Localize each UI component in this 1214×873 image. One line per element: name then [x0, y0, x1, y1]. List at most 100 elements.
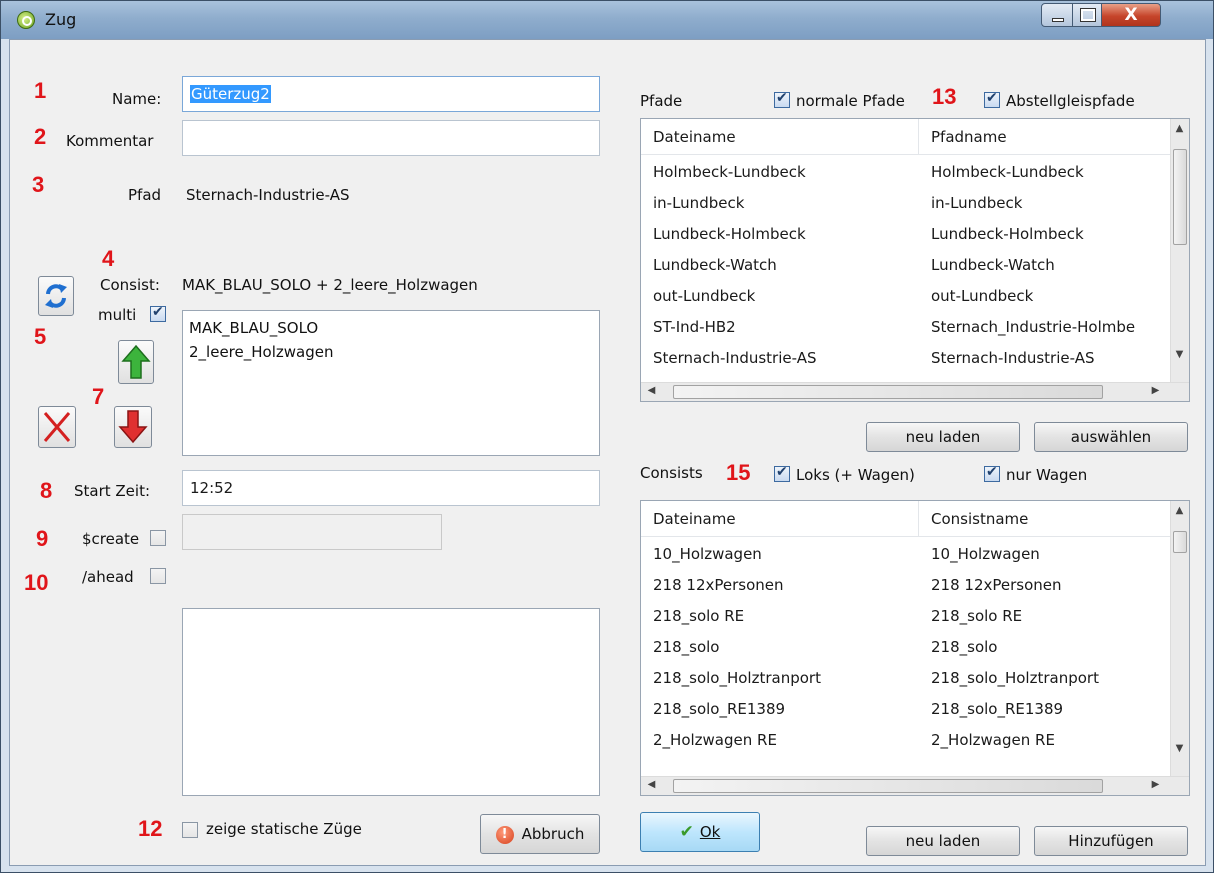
- locos-checkbox[interactable]: [774, 464, 790, 482]
- maximize-button[interactable]: [1072, 3, 1102, 27]
- table-row[interactable]: 2_Holzwagen RE 2_Holzwagen RE: [641, 725, 1169, 756]
- scroll-thumb[interactable]: [1173, 149, 1187, 245]
- table-row[interactable]: out-Lundbeck out-Lundbeck: [641, 281, 1169, 312]
- name-input[interactable]: Güterzug2: [182, 76, 600, 112]
- consist-list-item[interactable]: MAK_BLAU_SOLO: [189, 319, 318, 337]
- column-header-consistname[interactable]: Consistname: [931, 510, 1028, 528]
- close-button[interactable]: X: [1101, 3, 1161, 27]
- ahead-checkbox[interactable]: [150, 568, 166, 584]
- table-row[interactable]: 218_solo_Holztranport 218_solo_Holztranpo…: [641, 663, 1169, 694]
- delete-button[interactable]: [38, 406, 76, 448]
- scroll-down-icon[interactable]: ▼: [1171, 349, 1188, 360]
- table-row[interactable]: 218 12xPersonen 218 12xPersonen: [641, 570, 1169, 601]
- scroll-thumb[interactable]: [1173, 531, 1187, 553]
- siding-paths-checkbox[interactable]: [984, 90, 1000, 108]
- annotation-13: 13: [932, 84, 957, 109]
- table-row[interactable]: ST-Ind-HB2 Sternach_Industrie-Holmbe: [641, 312, 1169, 343]
- scroll-right-icon[interactable]: ▶: [1147, 385, 1164, 396]
- refresh-consist-button[interactable]: [38, 276, 74, 316]
- cell-name: 218_solo_RE1389: [931, 700, 1064, 718]
- column-divider[interactable]: [918, 501, 919, 537]
- scroll-thumb[interactable]: [673, 385, 1103, 399]
- move-up-button[interactable]: [118, 340, 154, 384]
- create-label: $create: [82, 530, 140, 548]
- scroll-thumb[interactable]: [673, 779, 1103, 793]
- close-icon: X: [1124, 5, 1138, 25]
- table-row[interactable]: Holmbeck-Lundbeck Holmbeck-Lundbeck: [641, 157, 1169, 188]
- annotation-15: 15: [726, 460, 751, 485]
- locos-label: Loks (+ Wagen): [796, 466, 915, 484]
- column-divider[interactable]: [918, 119, 919, 155]
- cell-dateiname: 218_solo_RE1389: [653, 700, 786, 718]
- scroll-up-icon[interactable]: ▲: [1171, 123, 1188, 134]
- table-row[interactable]: in-Lundbeck in-Lundbeck: [641, 188, 1169, 219]
- create-checkbox[interactable]: [150, 530, 166, 546]
- start-time-input[interactable]: 12:52: [182, 470, 600, 506]
- table-row[interactable]: Sternach-Industrie-AS Sternach-Industrie-…: [641, 343, 1169, 374]
- cell-name: out-Lundbeck: [931, 287, 1034, 305]
- dialog-client-area: 1 2 3 4 5 6 7 8 9 10 11 12 13 14 15 16 N…: [9, 39, 1206, 866]
- consists-table[interactable]: Dateiname Consistname 10_Holzwagen 10_Hol…: [640, 500, 1190, 796]
- consists-reload-button[interactable]: neu laden: [866, 826, 1020, 856]
- consists-table-header: Dateiname Consistname: [641, 501, 1171, 537]
- paths-vertical-scrollbar[interactable]: ▲ ▼: [1170, 119, 1189, 382]
- annotation-1: 1: [34, 78, 47, 103]
- scroll-left-icon[interactable]: ◀: [643, 779, 660, 790]
- refresh-icon: [45, 284, 67, 308]
- ahead-label: /ahead: [82, 568, 134, 586]
- cancel-button[interactable]: ! Abbruch: [480, 814, 600, 854]
- cell-name: 2_Holzwagen RE: [931, 731, 1055, 749]
- consists-horizontal-scrollbar[interactable]: ◀ ▶: [641, 776, 1189, 795]
- annotation-8: 8: [40, 478, 53, 503]
- scroll-right-icon[interactable]: ▶: [1147, 779, 1164, 790]
- paths-table[interactable]: Dateiname Pfadname Holmbeck-Lundbeck Holm…: [640, 118, 1190, 402]
- paths-select-button[interactable]: auswählen: [1034, 422, 1188, 452]
- table-row[interactable]: 218_solo_RE1389 218_solo_RE1389: [641, 694, 1169, 725]
- title-bar[interactable]: Zug X: [1, 1, 1213, 39]
- minimize-button[interactable]: [1041, 3, 1073, 27]
- minimize-icon: [1052, 18, 1064, 22]
- wagons-only-checkbox[interactable]: [984, 464, 1000, 482]
- scroll-up-icon[interactable]: ▲: [1171, 505, 1188, 516]
- cell-dateiname: 2_Holzwagen RE: [653, 731, 777, 749]
- window-title: Zug: [45, 10, 77, 29]
- scroll-down-icon[interactable]: ▼: [1171, 743, 1188, 754]
- consist-listbox[interactable]: MAK_BLAU_SOLO 2_leere_Holzwagen: [182, 310, 600, 456]
- table-row[interactable]: 218_solo 218_solo: [641, 632, 1169, 663]
- table-row[interactable]: 218_solo RE 218_solo RE: [641, 601, 1169, 632]
- cancel-button-label: Abbruch: [521, 825, 585, 843]
- cell-name: Sternach_Industrie-Holmbe: [931, 318, 1136, 336]
- cell-name: Lundbeck-Watch: [931, 256, 1055, 274]
- add-button[interactable]: Hinzufügen: [1034, 826, 1188, 856]
- annotation-12: 12: [138, 816, 163, 841]
- consists-vertical-scrollbar[interactable]: ▲ ▼: [1170, 501, 1189, 776]
- column-header-pfadname[interactable]: Pfadname: [931, 128, 1007, 146]
- paths-reload-button[interactable]: neu laden: [866, 422, 1020, 452]
- move-down-button[interactable]: [114, 406, 152, 448]
- comment-input[interactable]: [182, 120, 600, 156]
- column-header-dateiname[interactable]: Dateiname: [653, 128, 736, 146]
- cell-name: Lundbeck-Holmbeck: [931, 225, 1084, 243]
- table-row[interactable]: Lundbeck-Holmbeck Lundbeck-Holmbeck: [641, 219, 1169, 250]
- show-static-trains-checkbox[interactable]: [182, 822, 198, 838]
- table-row[interactable]: 10_Holzwagen 10_Holzwagen: [641, 539, 1169, 570]
- cell-name: 218 12xPersonen: [931, 576, 1062, 594]
- paths-horizontal-scrollbar[interactable]: ◀ ▶: [641, 382, 1189, 401]
- consist-list-item[interactable]: 2_leere_Holzwagen: [189, 343, 333, 361]
- cell-dateiname: Lundbeck-Holmbeck: [653, 225, 806, 243]
- table-row[interactable]: Lundbeck-Watch Lundbeck-Watch: [641, 250, 1169, 281]
- scroll-left-icon[interactable]: ◀: [643, 385, 660, 396]
- dialog-window: Zug X 1 2 3 4 5 6 7 8 9 10 11 12 13 14 1…: [0, 0, 1214, 873]
- normal-paths-checkbox[interactable]: [774, 90, 790, 108]
- notes-textarea[interactable]: [182, 608, 600, 796]
- cell-dateiname: 218_solo: [653, 638, 720, 656]
- cell-dateiname: out-Lundbeck: [653, 287, 756, 305]
- cell-name: 218_solo RE: [931, 607, 1023, 625]
- create-input[interactable]: [182, 514, 442, 550]
- multi-checkbox[interactable]: [150, 304, 166, 322]
- normal-paths-label: normale Pfade: [796, 92, 905, 110]
- column-header-dateiname[interactable]: Dateiname: [653, 510, 736, 528]
- name-label: Name:: [112, 90, 162, 108]
- ok-button[interactable]: ✔ Ok: [640, 812, 760, 852]
- cell-dateiname: Holmbeck-Lundbeck: [653, 163, 806, 181]
